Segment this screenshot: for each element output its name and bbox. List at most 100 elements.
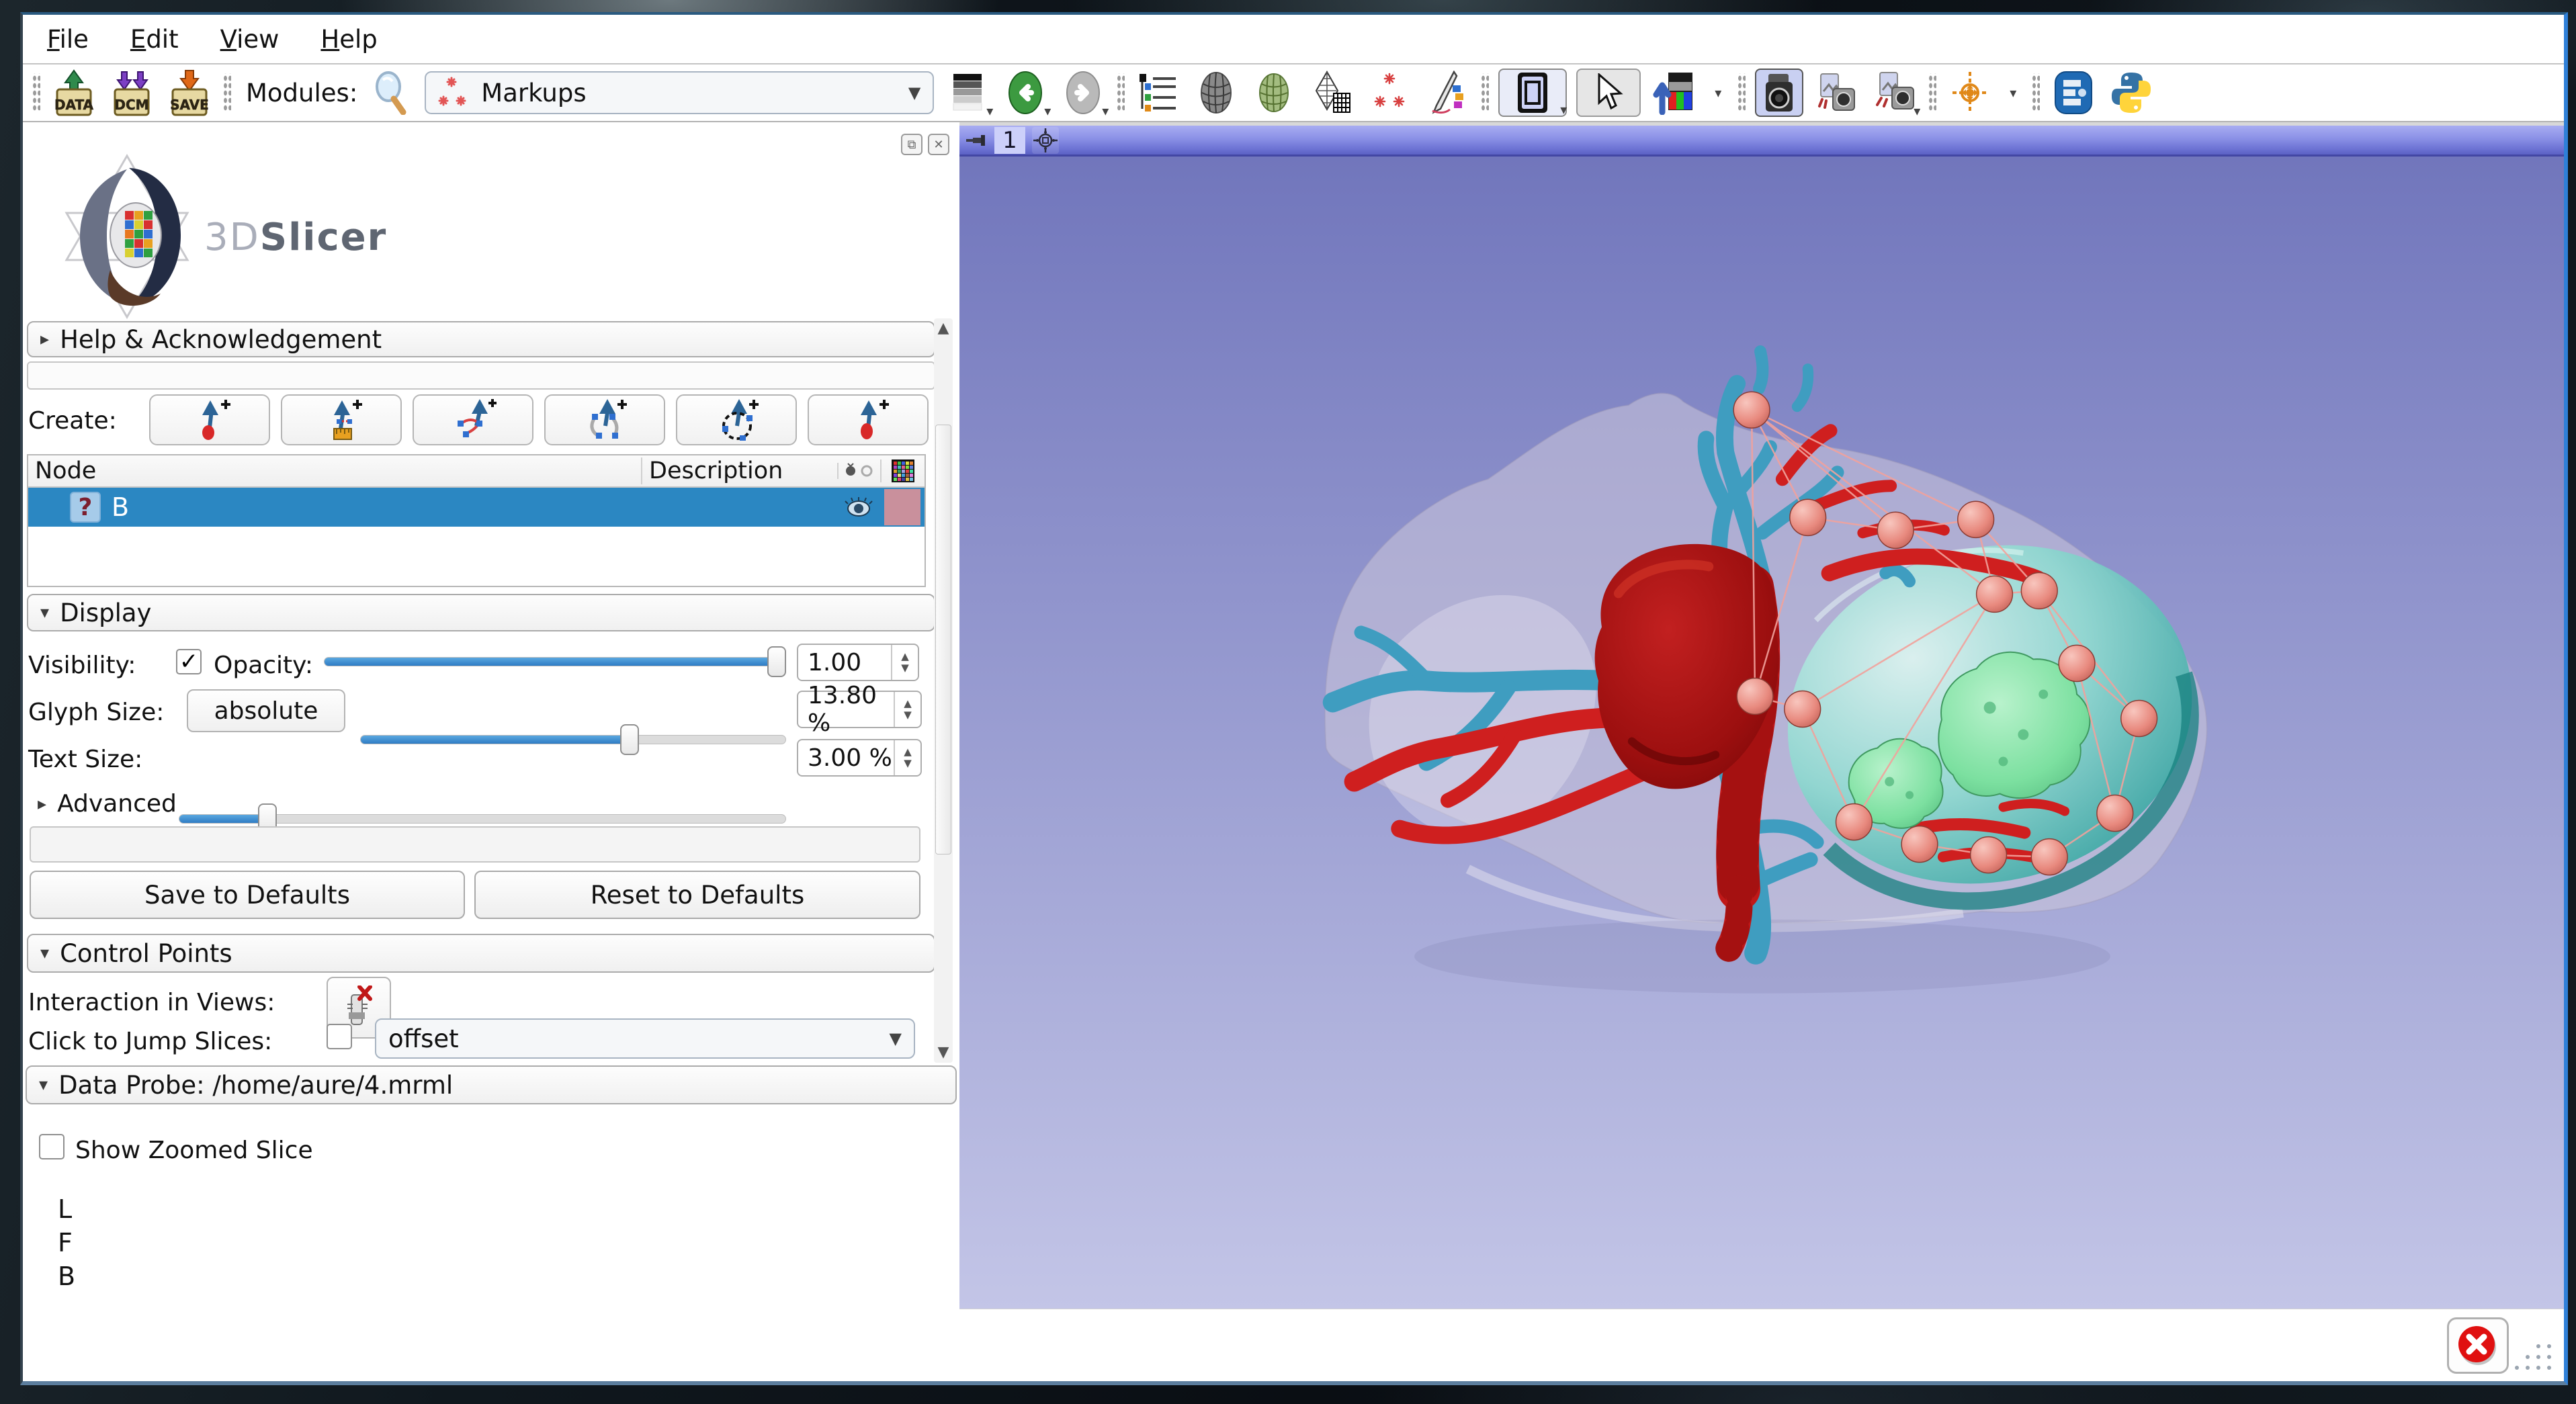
toolbar-grip[interactable] [1117, 73, 1125, 112]
control-point[interactable] [1836, 804, 1873, 840]
screenshot-button[interactable] [1755, 69, 1803, 117]
markups-place-button[interactable] [1365, 69, 1414, 117]
advanced-collapsible[interactable]: ▸ Advanced [38, 790, 177, 818]
text-size-spinbox[interactable]: 3.00 % ▲▼ [797, 739, 922, 777]
window-level-dropdown[interactable]: ▾ [1708, 69, 1728, 117]
history-back-button[interactable]: ▾ [1001, 69, 1049, 117]
glyph-slider-handle[interactable] [620, 724, 639, 755]
control-point[interactable] [1971, 837, 2007, 873]
create-point-button[interactable] [149, 394, 270, 445]
module-panel-button[interactable]: ▾ [943, 69, 992, 117]
view3d-viewport[interactable] [959, 157, 2564, 1309]
node-column-header[interactable]: Node [28, 457, 641, 484]
scrollbar-thumb[interactable] [935, 425, 951, 854]
load-data-button[interactable]: DATA [50, 69, 98, 117]
spin-arrows[interactable]: ▲▼ [891, 645, 918, 680]
toolbar-grip[interactable] [1928, 73, 1936, 112]
node-row-b[interactable]: ? B [28, 488, 925, 527]
extensions-manager-button[interactable] [2049, 69, 2098, 117]
color-column-header[interactable] [880, 459, 925, 482]
control-point[interactable] [1958, 501, 1994, 537]
control-point[interactable] [1785, 691, 1821, 727]
control-point[interactable] [1977, 576, 2013, 612]
node-visibility-toggle[interactable] [837, 496, 880, 519]
control-point[interactable] [1901, 826, 1938, 863]
spin-arrows[interactable]: ▲▼ [894, 740, 920, 775]
glyph-size-slider[interactable] [360, 724, 786, 755]
jump-mode-combobox[interactable]: offset ▼ [375, 1018, 915, 1059]
click-to-jump-checkbox[interactable] [327, 1024, 352, 1049]
expanded-arrow-icon: ▾ [39, 1075, 48, 1095]
create-line-button[interactable] [281, 394, 402, 445]
volume-rendering-button[interactable] [1307, 69, 1356, 117]
layout-selector-button[interactable]: ▾ [1498, 69, 1567, 117]
control-point[interactable] [1737, 678, 1773, 714]
annotations-button[interactable] [1423, 69, 1471, 117]
save-button[interactable]: SAVE [165, 69, 214, 117]
models-green-button[interactable] [1250, 69, 1298, 117]
load-dicom-button[interactable]: DCM [108, 69, 156, 117]
save-to-defaults-button[interactable]: Save to Defaults [30, 871, 465, 919]
scene-view-button[interactable] [1813, 69, 1861, 117]
create-plane-button[interactable] [808, 394, 929, 445]
help-ack-collapsible[interactable]: ▸ Help & Acknowledgement [27, 321, 935, 357]
node-color-button[interactable] [880, 489, 925, 525]
menu-file[interactable]: File [47, 25, 89, 54]
scroll-up-icon[interactable]: ▲ [934, 318, 953, 339]
create-open-curve-button[interactable] [544, 394, 665, 445]
scroll-down-icon[interactable]: ▼ [934, 1043, 953, 1063]
control-point[interactable] [1790, 499, 1826, 535]
spin-arrows[interactable]: ▲▼ [894, 692, 920, 727]
scene-view-restore-button[interactable]: ▾ [1871, 69, 1919, 117]
toolbar-grip[interactable] [223, 73, 231, 112]
opacity-spinbox[interactable]: 1.00 ▲▼ [797, 644, 919, 681]
models-dark-button[interactable] [1192, 69, 1240, 117]
create-angle-button[interactable] [413, 394, 533, 445]
glyph-size-mode-button[interactable]: absolute [187, 689, 345, 732]
window-level-button[interactable] [1650, 69, 1699, 117]
panel-scrollbar[interactable]: ▲ ▼ [934, 318, 953, 1063]
toolbar-grip[interactable] [2032, 73, 2040, 112]
menu-edit[interactable]: Edit [130, 25, 179, 54]
modules-combobox[interactable]: Markups ▼ [425, 71, 934, 114]
menu-help[interactable]: Help [320, 25, 377, 54]
opacity-slider[interactable] [324, 646, 786, 677]
pin-icon[interactable] [965, 132, 988, 148]
control-point[interactable] [1877, 512, 1914, 548]
view3d-tab[interactable]: 1 [994, 127, 1025, 154]
subject-hierarchy-button[interactable] [1134, 69, 1183, 117]
history-forward-button[interactable]: ▾ [1059, 69, 1107, 117]
glyph-size-spinbox[interactable]: 13.80 % ▲▼ [797, 691, 922, 728]
view3d-header-bar[interactable]: 1 [959, 126, 2564, 157]
visibility-column-header[interactable] [837, 463, 880, 479]
toolbar-grip[interactable] [1737, 73, 1746, 112]
control-point[interactable] [2059, 645, 2095, 681]
control-point[interactable] [2021, 572, 2057, 609]
toolbar-grip[interactable] [32, 73, 40, 112]
visibility-checkbox[interactable]: ✓ [176, 649, 202, 674]
control-point[interactable] [2121, 700, 2157, 736]
module-search-button[interactable] [367, 69, 415, 117]
control-points-collapsible[interactable]: ▾ Control Points [27, 934, 935, 973]
create-closed-curve-button[interactable] [676, 394, 797, 445]
show-zoomed-slice-checkbox[interactable] [39, 1134, 65, 1159]
data-probe-collapsible[interactable]: ▾ Data Probe: /home/aure/4.mrml [26, 1065, 957, 1104]
toolbar-grip[interactable] [1481, 73, 1489, 112]
mouse-interaction-button[interactable] [1576, 69, 1641, 117]
description-column-header[interactable]: Description [641, 457, 837, 484]
display-collapsible[interactable]: ▾ Display [27, 594, 935, 631]
panel-float-button[interactable]: ⧉ [901, 134, 922, 155]
opacity-slider-handle[interactable] [767, 646, 786, 677]
menu-view[interactable]: View [220, 25, 280, 54]
panel-close-button[interactable]: ✕ [928, 134, 949, 155]
control-point[interactable] [2097, 795, 2133, 832]
crosshair-button[interactable] [1946, 69, 1994, 117]
view-crosshair-icon[interactable] [1032, 127, 1059, 154]
reset-to-defaults-button[interactable]: Reset to Defaults [474, 871, 920, 919]
python-console-button[interactable] [2107, 69, 2155, 117]
control-point[interactable] [2031, 839, 2067, 875]
control-point[interactable] [1733, 392, 1770, 428]
close-view-button[interactable] [2447, 1317, 2509, 1374]
crosshair-dropdown[interactable]: ▾ [2004, 69, 2022, 117]
resize-grip-icon[interactable] [2507, 1341, 2554, 1376]
